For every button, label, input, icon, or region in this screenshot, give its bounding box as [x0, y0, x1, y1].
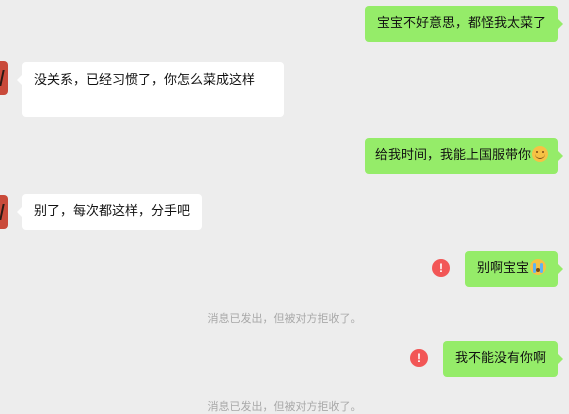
upside-down-face-icon: [532, 146, 548, 162]
message-text: 没关系，已经习惯了，你怎么菜成这样: [34, 73, 256, 88]
contact-avatar[interactable]: [0, 195, 8, 229]
message-text: 别了，每次都这样，分手吧: [34, 204, 191, 219]
message-bubble-sent[interactable]: 给我时间，我能上国服带你: [364, 138, 564, 174]
chat-area: 宝宝不好意思，都怪我太菜了 没关系，已经习惯了，你怎么菜成这样 给我时间，我能上…: [0, 0, 569, 414]
send-failed-icon[interactable]: !: [432, 259, 450, 277]
message-text: 给我时间，我能上国服带你: [374, 148, 531, 163]
rejected-notice: 消息已发出，但被对方拒收了。: [207, 400, 362, 413]
contact-avatar[interactable]: [0, 61, 8, 95]
message-bubble-sent[interactable]: 宝宝不好意思，都怪我太菜了: [364, 6, 564, 42]
message-text: 我不能没有你啊: [454, 351, 546, 366]
message-text: 宝宝不好意思，都怪我太菜了: [376, 16, 546, 31]
loudly-crying-face-icon: [530, 259, 546, 275]
message-bubble-sent[interactable]: 别啊宝宝: [464, 251, 564, 287]
send-failed-icon[interactable]: !: [410, 349, 428, 367]
message-bubble-received[interactable]: 没关系，已经习惯了，你怎么菜成这样: [17, 62, 284, 117]
message-text: 别啊宝宝: [476, 261, 529, 276]
message-bubble-received[interactable]: 别了，每次都这样，分手吧: [16, 194, 203, 230]
rejected-notice: 消息已发出，但被对方拒收了。: [207, 312, 362, 325]
message-bubble-sent[interactable]: 我不能没有你啊: [442, 341, 564, 377]
